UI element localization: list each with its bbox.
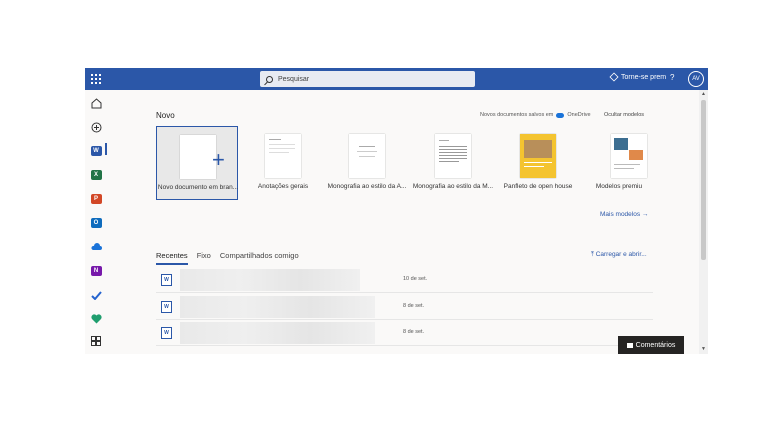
excel-icon[interactable]: X [89, 168, 103, 182]
premium-label: Torne-se prem [621, 73, 667, 81]
app-window: Pesquisar Torne-se prem ? AV W X P O N N… [85, 68, 708, 354]
feedback-button[interactable]: Comentários [618, 336, 684, 354]
premium-button[interactable]: Torne-se prem [609, 72, 667, 82]
template-label: Panfleto de open house [503, 183, 573, 190]
search-input[interactable]: Pesquisar [260, 71, 475, 87]
scroll-up-icon[interactable]: ▲ [701, 91, 706, 97]
comment-icon [626, 342, 633, 348]
more-models-link[interactable]: Mais modelos → [600, 211, 648, 218]
onedrive-icon[interactable] [89, 240, 103, 254]
template-label: Anotações gerais [257, 183, 309, 190]
hide-models-button[interactable]: Ocultar modelos [604, 112, 644, 118]
vertical-scrollbar[interactable]: ▲ ▼ [699, 90, 708, 354]
outlook-icon[interactable]: O [89, 216, 103, 230]
template-label: Monografia ao estilo da M... [412, 183, 494, 190]
scrollbar-thumb[interactable] [701, 100, 706, 260]
diamond-icon [609, 72, 619, 82]
file-name-redacted [180, 296, 375, 318]
file-date: 8 de set. [403, 329, 425, 335]
tab-recent[interactable]: Recentes [156, 251, 188, 265]
saved-in-service: OneDrive [567, 112, 591, 118]
search-icon [266, 75, 273, 83]
onedrive-icon [556, 112, 565, 118]
home-icon[interactable] [89, 96, 103, 110]
active-indicator [105, 143, 107, 155]
help-button[interactable]: ? [670, 73, 674, 82]
avatar[interactable]: AV [688, 71, 704, 87]
table-row[interactable]: W 8 de set. [156, 294, 653, 320]
upload-open-button[interactable]: ⤒ Carregar e abrir... [591, 251, 647, 259]
template-thumbnail [265, 134, 301, 178]
tab-shared[interactable]: Compartilhados comigo [220, 251, 299, 265]
table-row[interactable]: W 8 de set. [156, 320, 653, 346]
upload-label: Carregar e abrir... [595, 251, 647, 258]
word-icon[interactable]: W [89, 144, 103, 158]
table-row[interactable]: W 10 de set. [156, 267, 653, 293]
create-icon[interactable] [89, 120, 103, 134]
more-models-label: Mais modelos [600, 211, 641, 218]
tab-pinned[interactable]: Fixo [197, 251, 211, 265]
file-date: 10 de set. [403, 276, 428, 282]
template-thumbnail [611, 134, 647, 178]
app-launcher-icon[interactable] [89, 72, 103, 86]
template-thumbnail [520, 134, 556, 178]
template-label: Modelos premiu [595, 183, 643, 190]
template-label: Novo documento em bran... [157, 184, 239, 191]
all-apps-icon[interactable] [89, 334, 103, 348]
scroll-down-icon[interactable]: ▼ [701, 346, 706, 352]
template-apa-paper[interactable]: Monografia ao estilo da A... [326, 126, 408, 200]
template-blank[interactable]: + Novo documento em bran... [156, 126, 238, 200]
template-mla-paper[interactable]: Monografia ao estilo da M... [412, 126, 494, 200]
onenote-icon[interactable]: N [89, 264, 103, 278]
file-name-redacted [180, 322, 375, 344]
template-thumbnail [349, 134, 385, 178]
template-premium-models[interactable]: Modelos premiu [583, 126, 665, 200]
top-bar: Pesquisar Torne-se prem ? AV [85, 68, 708, 90]
todo-icon[interactable] [89, 288, 103, 302]
new-section-heading: Novo [156, 111, 175, 120]
file-name-redacted [180, 269, 360, 291]
template-label: Monografia ao estilo da A... [327, 183, 407, 190]
template-general-notes[interactable]: Anotações gerais [242, 126, 324, 200]
powerpoint-icon[interactable]: P [89, 192, 103, 206]
word-file-icon: W [161, 327, 172, 339]
upload-icon: ⤒ [591, 251, 594, 258]
file-tabs: Recentes Fixo Compartilhados comigo [156, 251, 299, 265]
word-file-icon: W [161, 301, 172, 313]
template-thumbnail: + [180, 135, 225, 179]
feedback-label: Comentários [635, 341, 676, 349]
saved-location: Novos documentos salvos em OneDrive [480, 112, 591, 118]
template-open-house-flyer[interactable]: Panfleto de open house [497, 126, 579, 200]
saved-in-label: Novos documentos salvos em [480, 112, 554, 118]
arrow-right-icon: → [641, 211, 649, 218]
word-file-icon: W [161, 274, 172, 286]
app-rail: W X P O N [85, 90, 107, 354]
template-thumbnail [435, 134, 471, 178]
plus-icon: + [212, 147, 225, 172]
family-safety-icon[interactable] [89, 312, 103, 326]
file-date: 8 de set. [403, 303, 425, 309]
search-placeholder: Pesquisar [278, 75, 310, 83]
